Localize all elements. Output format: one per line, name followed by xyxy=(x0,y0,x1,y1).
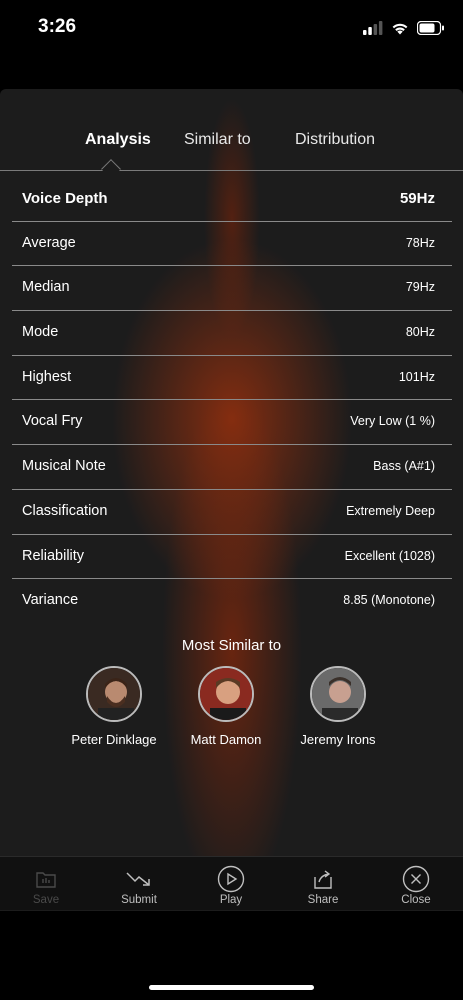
table-row: Reliability Excellent (1028) xyxy=(12,535,452,580)
person-name: Peter Dinklage xyxy=(71,732,157,747)
tab-bar: Analysis Similar to Distribution xyxy=(0,89,463,179)
submit-button[interactable]: Submit xyxy=(99,857,179,911)
row-value: 79Hz xyxy=(405,280,435,295)
row-value: Very Low (1 %) xyxy=(350,414,435,429)
table-row: Highest 101Hz xyxy=(12,356,452,401)
save-icon xyxy=(36,872,56,888)
row-value: 59Hz xyxy=(399,190,435,207)
similar-person-jeremy-irons[interactable]: Jeremy Irons xyxy=(278,666,398,747)
row-value: 101Hz xyxy=(398,369,435,384)
table-row: Mode 80Hz xyxy=(12,311,452,356)
table-row: Classification Extremely Deep xyxy=(12,490,452,535)
row-value: Bass (A#1) xyxy=(373,459,435,474)
similar-person-matt-damon[interactable]: Matt Damon xyxy=(166,666,286,747)
save-button[interactable]: Save xyxy=(6,857,86,911)
table-row: Variance 8.85 (Monotone) xyxy=(12,579,452,624)
row-value: Extremely Deep xyxy=(346,503,435,518)
person-name: Jeremy Irons xyxy=(300,732,376,747)
row-value: 80Hz xyxy=(405,325,435,340)
row-label: Voice Depth xyxy=(22,190,108,207)
close-label: Close xyxy=(401,894,431,906)
row-label: Median xyxy=(22,279,70,296)
row-label: Highest xyxy=(22,368,72,385)
cellular-signal-icon xyxy=(363,21,383,35)
most-similar-title: Most Similar to xyxy=(181,637,282,654)
table-row: Vocal Fry Very Low (1 %) xyxy=(12,400,452,446)
tab-analysis[interactable]: Analysis xyxy=(85,131,151,149)
play-button[interactable]: Play xyxy=(191,857,271,911)
row-label: Reliability xyxy=(22,547,85,564)
analysis-table: Voice Depth 59Hz Average 78Hz Median 79H… xyxy=(12,177,452,624)
avatar xyxy=(310,666,366,722)
submit-label: Submit xyxy=(121,894,157,906)
share-icon xyxy=(314,870,332,889)
row-label: Mode xyxy=(22,324,59,341)
table-row: Musical Note Bass (A#1) xyxy=(12,445,452,490)
similar-person-peter-dinklage[interactable]: Peter Dinklage xyxy=(54,666,174,747)
person-name: Matt Damon xyxy=(190,732,262,747)
tab-distribution[interactable]: Distribution xyxy=(295,131,375,149)
table-row-voice-depth: Voice Depth 59Hz xyxy=(12,177,452,222)
save-label: Save xyxy=(32,894,60,906)
close-button[interactable]: Close xyxy=(376,857,456,911)
avatar xyxy=(198,666,254,722)
row-value: 78Hz xyxy=(405,235,435,250)
row-value: Excellent (1028) xyxy=(344,548,435,563)
trend-down-icon xyxy=(126,872,150,886)
play-icon xyxy=(217,865,245,893)
close-icon xyxy=(402,865,430,893)
play-label: Play xyxy=(219,894,243,906)
row-value: 8.85 (Monotone) xyxy=(343,593,435,608)
analysis-panel: Analysis Similar to Distribution Voice D… xyxy=(0,89,463,911)
row-label: Musical Note xyxy=(22,458,106,475)
home-indicator[interactable] xyxy=(149,985,314,990)
row-label: Vocal Fry xyxy=(22,413,83,430)
wifi-icon xyxy=(392,23,408,35)
row-label: Classification xyxy=(22,502,108,519)
row-label: Variance xyxy=(22,592,79,609)
status-time: 3:26 xyxy=(38,16,77,37)
avatar xyxy=(86,666,142,722)
table-row: Median 79Hz xyxy=(12,266,452,312)
bottom-toolbar: Save Submit Play Share Close xyxy=(0,856,463,910)
table-row: Average 78Hz xyxy=(12,222,452,267)
row-label: Average xyxy=(22,234,76,251)
tab-similar-to[interactable]: Similar to xyxy=(184,131,251,149)
battery-icon xyxy=(417,21,444,35)
active-tab-indicator xyxy=(101,159,121,179)
status-bar: 3:26 xyxy=(0,0,463,56)
share-button[interactable]: Share xyxy=(283,857,363,911)
status-icons xyxy=(363,18,445,38)
share-label: Share xyxy=(307,894,339,906)
